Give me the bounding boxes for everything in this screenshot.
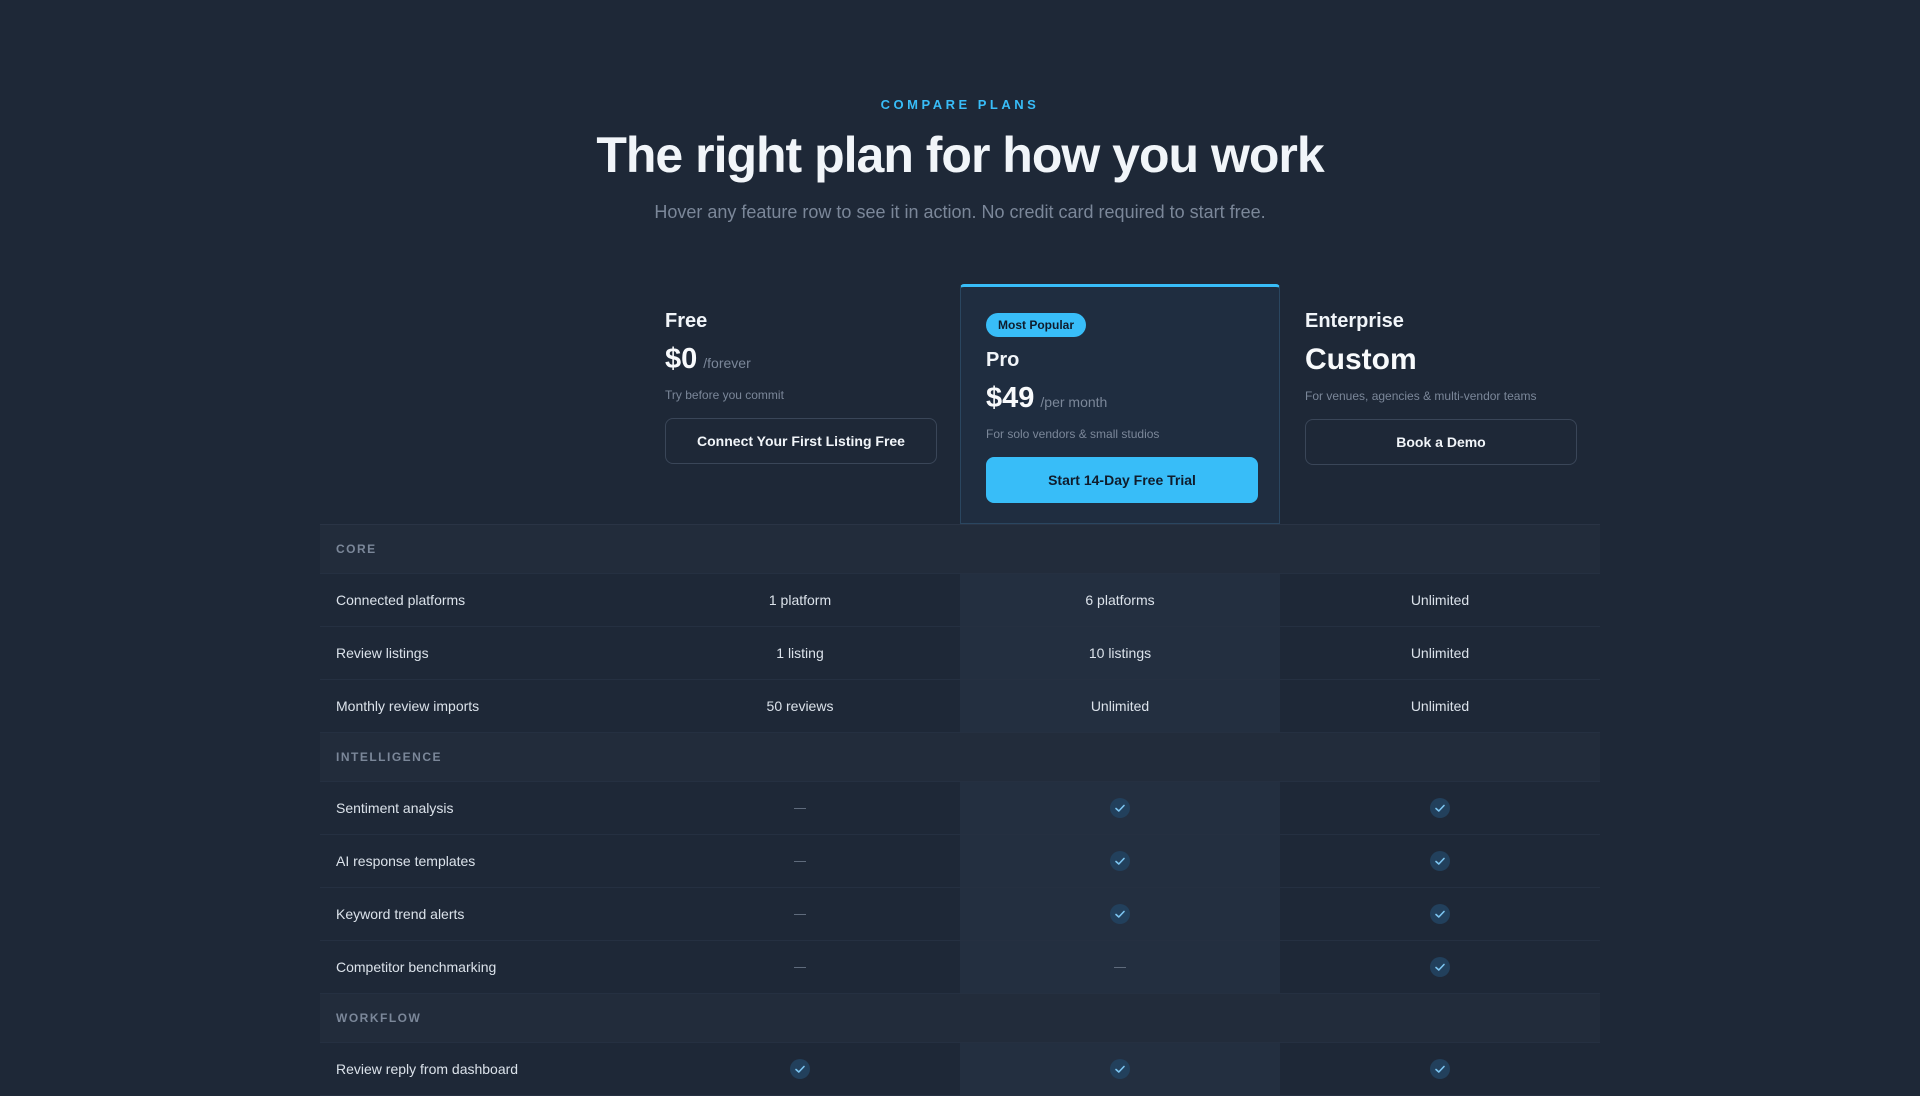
cell-enterprise: Unlimited (1410, 698, 1470, 714)
check-icon (1110, 1059, 1130, 1079)
check-icon (1430, 1059, 1450, 1079)
cell-enterprise (1280, 904, 1600, 924)
check-icon (1110, 851, 1130, 871)
plan-description: For solo vendors & small studios (986, 427, 1160, 441)
cell-enterprise (1280, 851, 1600, 871)
price-row: Custom (1305, 343, 1575, 377)
feature-name: Competitor benchmarking (336, 959, 497, 975)
page-title: The right plan for how you work (596, 127, 1324, 183)
section-header: INTELLIGENCE (320, 733, 1600, 782)
cell-free (640, 966, 960, 968)
cell-free (640, 913, 960, 915)
check-icon (1430, 798, 1450, 818)
dash-icon (794, 860, 806, 862)
feature-name: Connected platforms (336, 592, 466, 608)
cell-pro: 6 platforms (1085, 592, 1155, 608)
start-free-trial-button[interactable]: Start 14-Day Free Trial (986, 457, 1258, 503)
cell-pro (960, 798, 1280, 818)
section-header: CORE (320, 525, 1600, 574)
page-subtitle: Hover any feature row to see it in actio… (654, 202, 1266, 222)
section-header: WORKFLOW (320, 994, 1600, 1043)
cell-pro: 10 listings (1088, 645, 1152, 661)
cell-free (640, 807, 960, 809)
cell-free (640, 860, 960, 862)
plan-price: $49 (986, 382, 1035, 414)
book-demo-button[interactable]: Book a Demo (1305, 419, 1577, 465)
plan-price: Custom (1305, 343, 1417, 376)
feature-row[interactable]: Keyword trend alerts (320, 888, 1600, 941)
feature-name: Sentiment analysis (336, 800, 454, 816)
cell-free: 1 listing (776, 645, 824, 661)
cell-free: 1 platform (768, 592, 832, 608)
pricing-comparison: Free $0 /forever Try before you commit C… (320, 284, 1600, 1096)
feature-name: Keyword trend alerts (336, 906, 465, 922)
check-icon (1430, 904, 1450, 924)
dash-icon (794, 807, 806, 809)
plan-description: Try before you commit (665, 388, 784, 402)
cell-pro: Unlimited (1090, 698, 1150, 714)
plan-period: /per month (1040, 394, 1108, 410)
hero: COMPARE PLANS The right plan for how you… (0, 0, 1920, 223)
cell-free (640, 1059, 960, 1079)
price-row: $0 /forever (665, 343, 935, 376)
dash-icon (794, 913, 806, 915)
feature-row[interactable]: Monthly review imports 50 reviews Unlimite… (320, 680, 1600, 733)
cell-enterprise (1280, 798, 1600, 818)
feature-name: AI response templates (336, 853, 476, 869)
eyebrow: COMPARE PLANS (880, 97, 1040, 112)
cell-pro (960, 966, 1280, 968)
check-icon (1430, 957, 1450, 977)
cell-free: 50 reviews (766, 698, 834, 714)
feature-table: CORE Connected platforms 1 platform 6 platf… (320, 524, 1600, 1096)
cell-pro (960, 1059, 1280, 1079)
feature-name: Monthly review imports (336, 698, 480, 714)
plan-name: Enterprise (1305, 310, 1404, 332)
feature-name: Review reply from dashboard (336, 1061, 519, 1077)
plan-card-pro: Most Popular Pro $49 /per month For solo… (960, 284, 1280, 524)
plan-headers: Free $0 /forever Try before you commit C… (320, 284, 1600, 524)
feature-row[interactable]: Connected platforms 1 platform 6 platforms… (320, 574, 1600, 627)
feature-row[interactable]: Review reply from dashboard (320, 1043, 1600, 1096)
dash-icon (794, 966, 806, 968)
check-icon (1110, 798, 1130, 818)
feature-row[interactable]: Competitor benchmarking (320, 941, 1600, 994)
price-row: $49 /per month (986, 382, 1254, 415)
check-icon (1430, 851, 1450, 871)
connect-first-listing-button[interactable]: Connect Your First Listing Free (665, 418, 937, 464)
plan-description: For venues, agencies & multi-vendor team… (1305, 389, 1537, 403)
check-icon (1110, 904, 1130, 924)
feature-row[interactable]: AI response templates (320, 835, 1600, 888)
cell-enterprise: Unlimited (1410, 645, 1470, 661)
plan-name: Free (665, 310, 708, 332)
feature-row[interactable]: Sentiment analysis (320, 782, 1600, 835)
cell-pro (960, 851, 1280, 871)
cell-enterprise: Unlimited (1410, 592, 1470, 608)
check-icon (790, 1059, 810, 1079)
feature-name: Review listings (336, 645, 429, 661)
plan-price: $0 (665, 343, 698, 375)
cell-pro (960, 904, 1280, 924)
cell-enterprise (1280, 957, 1600, 977)
plan-card-free: Free $0 /forever Try before you commit C… (640, 284, 960, 524)
most-popular-badge: Most Popular (986, 313, 1087, 337)
feature-row[interactable]: Review listings 1 listing 10 listings Unlim… (320, 627, 1600, 680)
plan-period: /forever (703, 355, 751, 371)
plan-name: Pro (986, 349, 1020, 371)
cell-enterprise (1280, 1059, 1600, 1079)
dash-icon (1114, 966, 1126, 968)
plan-card-enterprise: Enterprise Custom For venues, agencies &… (1280, 284, 1600, 524)
